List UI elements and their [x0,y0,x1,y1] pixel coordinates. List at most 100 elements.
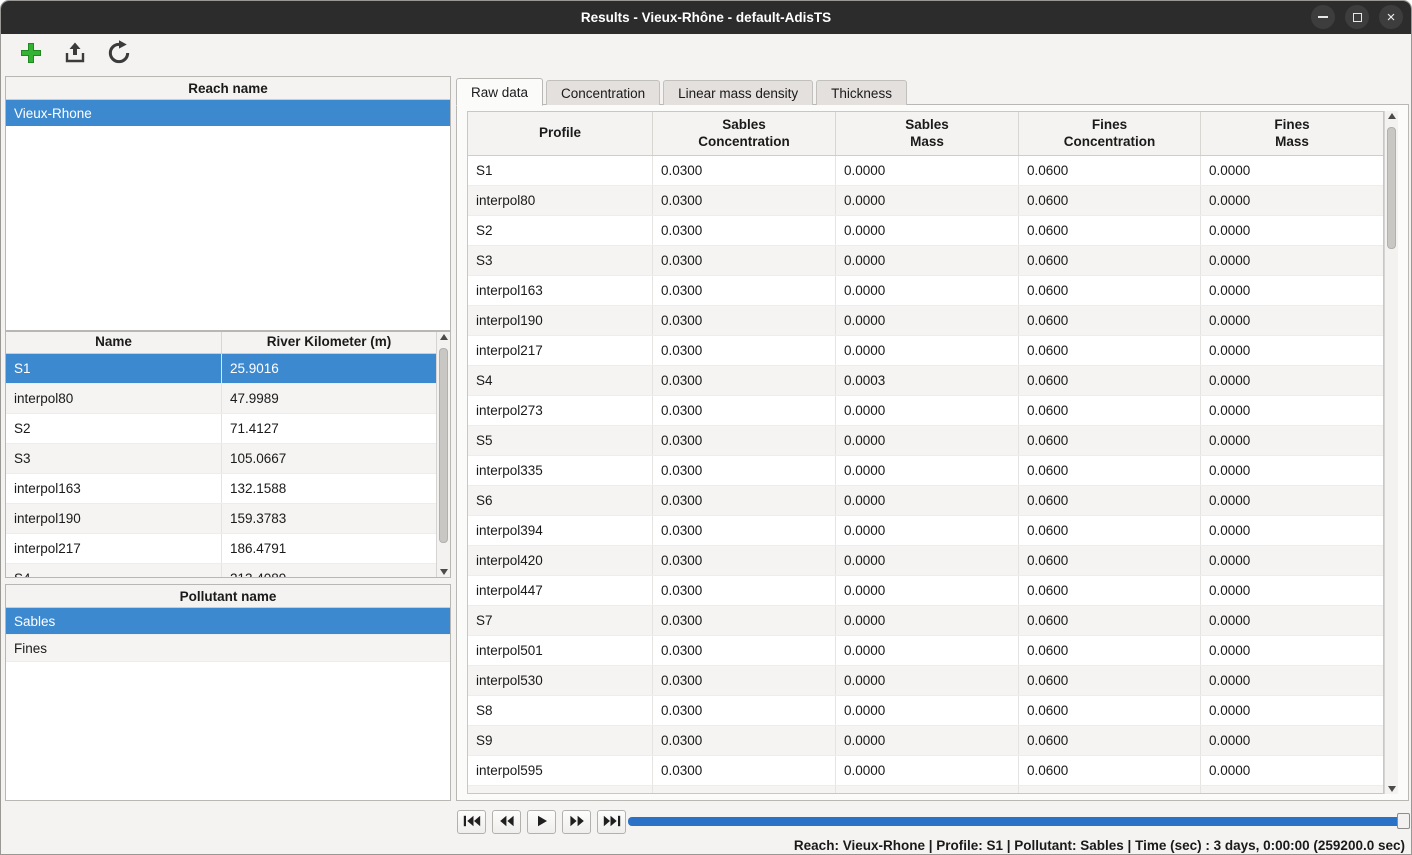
table-cell: 0.0300 [653,216,836,245]
export-button[interactable] [61,40,89,68]
tab-thickness[interactable]: Thickness [816,80,907,105]
table-cell: S9 [468,726,653,755]
raw-data-row[interactable]: S60.03000.00000.06000.0000 [468,486,1383,516]
raw-data-table-wrap: Profile Sables Concentration Sables Mass… [467,111,1398,794]
column-header-fines-mass[interactable]: Fines Mass [1201,112,1383,155]
close-button[interactable]: × [1379,5,1403,29]
profile-row[interactable]: interpol8047.9989 [6,384,436,414]
tab-raw-data[interactable]: Raw data [456,78,543,106]
raw-data-row[interactable]: S40.03000.00030.06000.0000 [468,366,1383,396]
profile-row[interactable]: interpol217186.4791 [6,534,436,564]
table-cell: 0.0000 [836,546,1019,575]
table-cell: 0.0600 [1019,546,1201,575]
raw-data-row[interactable]: interpol4200.03000.00000.06000.0000 [468,546,1383,576]
raw-data-row[interactable]: S10.03000.00000.06000.0000 [468,156,1383,186]
table-cell: 0.0000 [836,336,1019,365]
table-cell: 0.0300 [653,486,836,515]
column-header-river-km[interactable]: River Kilometer (m) [222,332,436,353]
raw-data-row[interactable]: interpol4470.03000.00000.06000.0000 [468,576,1383,606]
table-cell: 0.0000 [1201,696,1383,725]
raw-data-row[interactable]: interpol5300.03000.00000.06000.0000 [468,666,1383,696]
raw-data-row[interactable]: interpol2730.03000.00000.06000.0000 [468,396,1383,426]
minimize-button[interactable] [1311,5,1335,29]
raw-data-row[interactable]: interpol3940.03000.00000.06000.0000 [468,516,1383,546]
time-slider-handle[interactable] [1397,813,1410,829]
table-cell: S7 [468,606,653,635]
reach-list-item[interactable]: Vieux-Rhone [6,100,450,126]
table-cell: 0.0000 [836,576,1019,605]
add-button[interactable] [17,40,45,68]
fast-forward-button[interactable] [562,810,591,834]
table-cell: 0.0000 [836,276,1019,305]
table-cell: 0.0600 [1019,786,1201,793]
table-cell: 0.0000 [1201,606,1383,635]
raw-data-row[interactable]: S50.03000.00000.06000.0000 [468,426,1383,456]
profile-row[interactable]: interpol190159.3783 [6,504,436,534]
profiles-table-body: S125.9016interpol8047.9989S271.4127S3105… [6,354,436,577]
raw-data-table: Profile Sables Concentration Sables Mass… [467,111,1384,794]
refresh-button[interactable] [105,40,133,68]
table-cell: 0.0000 [836,426,1019,455]
table-cell: 0.0600 [1019,756,1201,785]
table-cell: 0.0000 [1201,456,1383,485]
scroll-down-arrow[interactable] [1388,786,1396,792]
maximize-icon [1353,13,1362,22]
profile-row[interactable]: S271.4127 [6,414,436,444]
raw-data-row[interactable]: interpol5950.03000.00000.06000.0000 [468,756,1383,786]
scroll-down-arrow[interactable] [440,569,448,575]
raw-data-row[interactable]: S90.03000.00000.06000.0000 [468,726,1383,756]
raw-data-row[interactable]: interpol1630.03000.00000.06000.0000 [468,276,1383,306]
scroll-up-arrow[interactable] [440,334,448,340]
raw-data-row[interactable]: S70.03000.00000.06000.0000 [468,606,1383,636]
column-header-sables-concentration[interactable]: Sables Concentration [653,112,836,155]
column-header-name[interactable]: Name [6,332,222,353]
profile-row[interactable]: S4213.4089 [6,564,436,577]
raw-table-scrollbar[interactable] [1384,111,1398,794]
table-cell: S8 [468,696,653,725]
pollutant-list-item[interactable]: Fines [6,635,450,662]
export-icon [63,41,87,68]
maximize-button[interactable] [1345,5,1369,29]
go-first-icon [463,815,481,830]
table-cell: 0.0000 [1201,186,1383,215]
column-header-sables-mass[interactable]: Sables Mass [836,112,1019,155]
scrollbar-thumb[interactable] [1387,127,1396,249]
table-cell: 0.0000 [836,696,1019,725]
table-cell: 0.0000 [1201,366,1383,395]
raw-data-row[interactable]: S100.03000.00000.06000.0000 [468,786,1383,793]
tab-linear-mass-density[interactable]: Linear mass density [663,80,813,105]
scrollbar-thumb[interactable] [439,348,448,543]
profile-row[interactable]: S3105.0667 [6,444,436,474]
table-cell: 0.0600 [1019,486,1201,515]
raw-data-row[interactable]: S20.03000.00000.06000.0000 [468,216,1383,246]
raw-data-row[interactable]: S80.03000.00000.06000.0000 [468,696,1383,726]
table-cell: 0.0000 [1201,486,1383,515]
table-cell: 0.0600 [1019,216,1201,245]
raw-data-row[interactable]: interpol1900.03000.00000.06000.0000 [468,306,1383,336]
profile-row[interactable]: interpol163132.1588 [6,474,436,504]
column-header-profile[interactable]: Profile [468,112,653,155]
time-slider[interactable] [628,817,1404,826]
column-header-fines-concentration[interactable]: Fines Concentration [1019,112,1201,155]
raw-data-row[interactable]: interpol2170.03000.00000.06000.0000 [468,336,1383,366]
profile-row[interactable]: S125.9016 [6,354,436,384]
scroll-up-arrow[interactable] [1388,113,1396,119]
table-cell: S2 [6,414,222,443]
raw-data-row[interactable]: interpol3350.03000.00000.06000.0000 [468,456,1383,486]
profiles-scrollbar[interactable] [436,332,450,577]
table-cell: 186.4791 [222,534,436,563]
table-cell: 0.0000 [836,306,1019,335]
rewind-button[interactable] [492,810,521,834]
raw-data-row[interactable]: interpol800.03000.00000.06000.0000 [468,186,1383,216]
raw-data-row[interactable]: S30.03000.00000.06000.0000 [468,246,1383,276]
go-last-button[interactable] [597,810,626,834]
table-cell: S2 [468,216,653,245]
raw-data-row[interactable]: interpol5010.03000.00000.06000.0000 [468,636,1383,666]
go-first-button[interactable] [457,810,486,834]
pollutant-list-item[interactable]: Sables [6,608,450,635]
reach-panel: Reach name Vieux-Rhone [5,76,451,331]
tab-concentration[interactable]: Concentration [546,80,660,105]
play-button[interactable] [527,810,556,834]
table-cell: 0.0000 [1201,306,1383,335]
table-cell: interpol394 [468,516,653,545]
